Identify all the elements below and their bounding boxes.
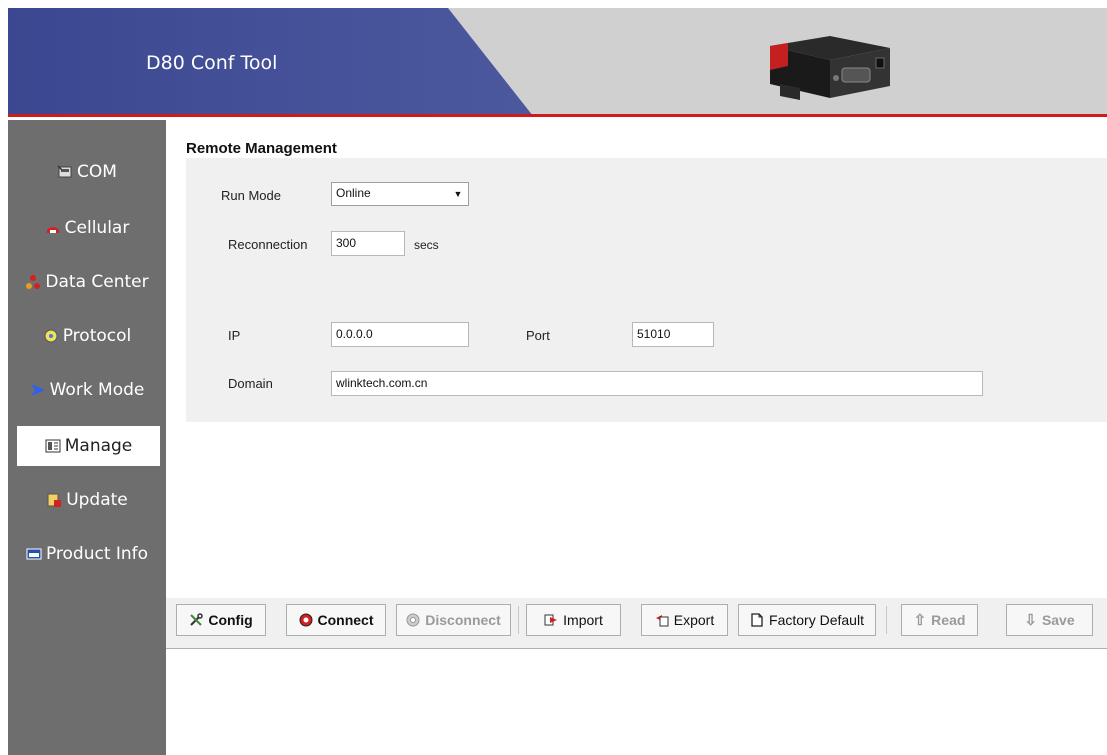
sidebar-item-cellular[interactable]: Cellular <box>8 208 166 248</box>
sidebar-item-label: Protocol <box>62 326 132 346</box>
connect-button-label: Connect <box>317 612 374 628</box>
sidebar-item-update[interactable]: Update <box>8 480 166 520</box>
sidebar-item-work-mode[interactable]: Work Mode <box>8 370 166 410</box>
sidebar-item-label: Manage <box>64 436 133 456</box>
reconnection-input[interactable]: 300 <box>331 231 405 256</box>
run-mode-label: Run Mode <box>221 188 281 203</box>
section-title: Remote Management <box>186 140 337 157</box>
save-button-label: Save <box>1041 612 1075 628</box>
arrow-down-icon: ⇩ <box>1024 612 1037 629</box>
toolbar-separator <box>518 606 519 634</box>
sidebar-item-label: COM <box>77 162 117 182</box>
document-icon <box>751 613 763 627</box>
save-button[interactable]: ⇩ Save <box>1006 604 1093 636</box>
config-button[interactable]: Config <box>176 604 266 636</box>
reconnection-unit: secs <box>414 238 439 252</box>
import-button[interactable]: Import <box>526 604 621 636</box>
header-divider <box>8 114 1107 117</box>
sidebar-item-label: Data Center <box>45 272 149 292</box>
run-mode-value: Online <box>336 186 371 200</box>
import-icon <box>544 614 558 626</box>
chevron-down-icon[interactable]: ▼ <box>450 185 466 203</box>
factory-default-button-label: Factory Default <box>769 612 864 628</box>
update-icon <box>47 493 62 507</box>
connect-icon <box>299 613 312 627</box>
read-button[interactable]: ⇧ Read <box>901 604 978 636</box>
connect-button[interactable]: Connect <box>286 604 386 636</box>
config-button-label: Config <box>208 612 253 628</box>
disconnect-icon <box>406 613 420 627</box>
ip-label: IP <box>228 328 241 343</box>
device-image <box>770 36 890 100</box>
disconnect-button-label: Disconnect <box>425 612 501 628</box>
sidebar-item-manage[interactable]: Manage <box>17 426 160 466</box>
app-header: D80 Conf Tool <box>8 8 1107 116</box>
ip-input[interactable]: 0.0.0.0 <box>331 322 469 347</box>
port-label: Port <box>526 328 550 343</box>
disconnect-button[interactable]: Disconnect <box>396 604 511 636</box>
export-button[interactable]: Export <box>641 604 728 636</box>
export-button-label: Export <box>673 612 715 628</box>
domain-input[interactable]: wlinktech.com.cn <box>331 371 983 396</box>
sidebar-item-protocol[interactable]: Protocol <box>8 316 166 356</box>
manage-icon <box>45 439 61 453</box>
arrow-icon <box>30 384 45 396</box>
com-icon <box>57 165 72 178</box>
import-button-label: Import <box>563 612 603 628</box>
reconnection-label: Reconnection <box>228 237 308 252</box>
phone-icon <box>46 227 59 233</box>
sidebar-item-data-center[interactable]: Data Center <box>8 262 166 302</box>
protocol-icon <box>44 329 58 343</box>
sidebar-item-label: Update <box>66 490 128 510</box>
port-input[interactable]: 51010 <box>632 322 714 347</box>
sidebar-item-label: Work Mode <box>49 380 145 400</box>
sidebar-item-label: Cellular <box>64 218 130 238</box>
sidebar-item-com[interactable]: COM <box>8 152 166 192</box>
read-button-label: Read <box>931 612 966 628</box>
factory-default-button[interactable]: Factory Default <box>738 604 876 636</box>
run-mode-select[interactable]: Online ▼ <box>331 182 469 206</box>
main-content: Remote Management Run Mode Online ▼ Reco… <box>166 120 1107 755</box>
log-area[interactable] <box>166 648 1107 755</box>
export-icon <box>655 615 669 627</box>
domain-label: Domain <box>228 376 273 391</box>
tools-icon <box>190 613 204 626</box>
sidebar: COM Cellular Data Center Protocol Work M… <box>8 120 166 755</box>
arrow-up-icon: ⇧ <box>913 612 927 629</box>
app-title: D80 Conf Tool <box>146 52 278 74</box>
network-icon <box>26 275 41 289</box>
toolbar-separator <box>886 606 887 634</box>
sidebar-item-label: Product Info <box>45 544 149 564</box>
product-info-icon <box>26 548 42 560</box>
sidebar-item-product-info[interactable]: Product Info <box>8 534 166 574</box>
